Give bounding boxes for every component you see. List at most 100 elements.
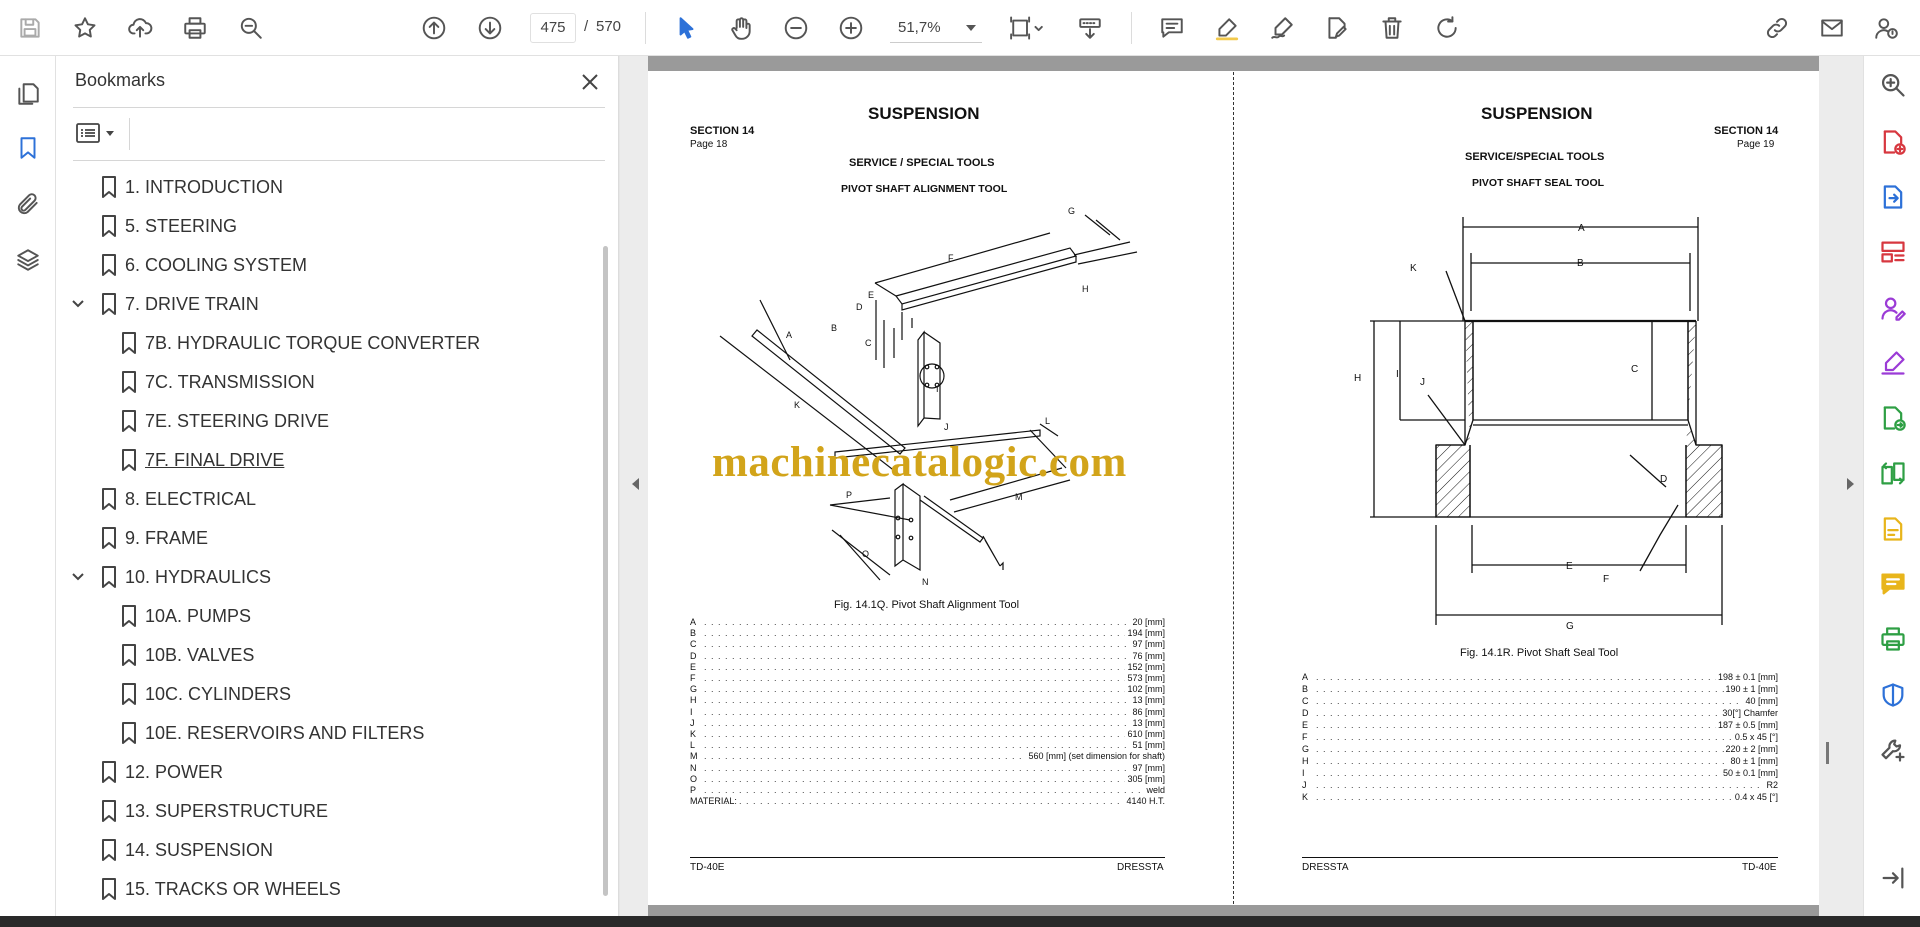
document-scrollbar[interactable] bbox=[1826, 742, 1829, 764]
zoom-out-icon[interactable] bbox=[778, 10, 814, 46]
page-number-input[interactable]: 475 bbox=[530, 13, 576, 43]
zoom-in-icon[interactable] bbox=[833, 10, 869, 46]
right-page-title: SUSPENSION bbox=[1481, 104, 1593, 123]
attachments-paperclip-icon[interactable] bbox=[10, 186, 46, 222]
right-tool-name: PIVOT SHAFT SEAL TOOL bbox=[1472, 177, 1605, 189]
bookmark-item[interactable]: 10A. PUMPS bbox=[56, 597, 601, 636]
bookmark-item[interactable]: 10. HYDRAULICS bbox=[56, 558, 601, 597]
footer-rule bbox=[1302, 857, 1778, 858]
bookmark-label: 13. SUPERSTRUCTURE bbox=[125, 801, 329, 821]
diagram-label-o: O bbox=[862, 549, 869, 559]
next-page-icon[interactable] bbox=[472, 10, 508, 46]
bookmark-item[interactable]: 10B. VALVES bbox=[56, 636, 601, 675]
delete-trash-icon[interactable] bbox=[1374, 10, 1410, 46]
left-page-subtitle: SERVICE / SPECIAL TOOLS bbox=[849, 157, 995, 169]
highlight-pen-icon[interactable] bbox=[1209, 10, 1245, 46]
print-production-icon[interactable] bbox=[1876, 622, 1910, 656]
email-icon[interactable] bbox=[1814, 10, 1850, 46]
spec-row: H . . . . . . . . . . . . . . . . . . . .… bbox=[690, 695, 1165, 706]
bookmark-item[interactable]: 6. COOLING SYSTEM bbox=[56, 246, 601, 285]
previous-page-icon[interactable] bbox=[416, 10, 452, 46]
collapse-right-panel-icon[interactable] bbox=[1847, 478, 1854, 490]
more-tools-icon[interactable] bbox=[1876, 733, 1910, 767]
scan-ocr-icon[interactable] bbox=[1876, 512, 1910, 546]
scrollbar-thumb[interactable] bbox=[603, 246, 608, 896]
chevron-down-icon[interactable] bbox=[70, 569, 86, 585]
close-icon[interactable] bbox=[576, 68, 604, 96]
spec-row: K . . . . . . . . . . . . . . . . . . . .… bbox=[1302, 792, 1778, 802]
bookmark-item[interactable]: 7E. STEERING DRIVE bbox=[56, 402, 601, 441]
bookmark-item[interactable]: 10C. CYLINDERS bbox=[56, 675, 601, 714]
export-pdf-icon[interactable] bbox=[1876, 180, 1910, 214]
bookmark-icon bbox=[100, 253, 118, 277]
spec-row: L . . . . . . . . . . . . . . . . . . . .… bbox=[690, 740, 1165, 751]
bookmark-item[interactable]: 10E. RESERVOIRS AND FILTERS bbox=[56, 714, 601, 753]
fill-and-sign-icon[interactable] bbox=[1876, 346, 1910, 380]
share-link-icon[interactable] bbox=[1759, 10, 1795, 46]
bookmark-item[interactable]: 14. SUSPENSION bbox=[56, 831, 601, 870]
redo-rotate-icon[interactable] bbox=[1429, 10, 1465, 46]
spec-row: E . . . . . . . . . . . . . . . . . . . .… bbox=[1302, 720, 1778, 730]
bookmark-list: 1. INTRODUCTION 5. STEERING 6. COOLING SYS… bbox=[56, 168, 601, 913]
bookmark-item[interactable]: 15. TRACKS OR WHEELS bbox=[56, 870, 601, 909]
save-icon[interactable] bbox=[12, 10, 48, 46]
bookmark-options-button[interactable] bbox=[76, 117, 122, 149]
scrolling-mode-icon[interactable] bbox=[1072, 10, 1108, 46]
spec-value: 102 [mm] bbox=[1125, 684, 1165, 695]
protect-shield-icon[interactable] bbox=[1876, 678, 1910, 712]
layers-icon[interactable] bbox=[10, 242, 46, 278]
spec-value: weld bbox=[1144, 785, 1165, 795]
account-help-icon[interactable] bbox=[1868, 10, 1904, 46]
bookmark-item[interactable]: 7C. TRANSMISSION bbox=[56, 363, 601, 402]
bookmark-item[interactable]: 8. ELECTRICAL bbox=[56, 480, 601, 519]
compare-files-icon[interactable] bbox=[1876, 457, 1910, 491]
star-icon[interactable] bbox=[67, 10, 103, 46]
spec-row: A . . . . . . . . . . . . . . . . . . . .… bbox=[1302, 672, 1778, 682]
send-for-review-icon[interactable] bbox=[1876, 401, 1910, 435]
upload-cloud-icon[interactable] bbox=[122, 10, 158, 46]
spec-leader-dots: . . . . . . . . . . . . . . . . . . . . … bbox=[704, 717, 1165, 728]
spec-row: MATERIAL:. . . . . . . . . . . . . . . .… bbox=[690, 796, 1165, 807]
page-thumbnails-icon[interactable] bbox=[10, 76, 46, 112]
left-footer-brand: DRESSTA bbox=[1117, 862, 1164, 873]
bookmarks-icon[interactable] bbox=[10, 130, 46, 166]
bookmark-icon bbox=[100, 214, 118, 238]
search-zoom-icon[interactable] bbox=[1876, 68, 1910, 102]
find-zoom-icon[interactable] bbox=[233, 10, 269, 46]
spec-row: G . . . . . . . . . . . . . . . . . . . .… bbox=[1302, 744, 1778, 754]
print-icon[interactable] bbox=[177, 10, 213, 46]
request-signature-icon[interactable] bbox=[1876, 291, 1910, 325]
zoom-level-select[interactable]: 51,7% bbox=[890, 13, 982, 43]
list-options-icon bbox=[76, 123, 100, 143]
edit-pdf-icon[interactable] bbox=[1319, 10, 1355, 46]
draw-freehand-icon[interactable] bbox=[1264, 10, 1300, 46]
chevron-down-icon[interactable] bbox=[70, 296, 86, 312]
bookmark-item[interactable]: 7F. FINAL DRIVE bbox=[56, 441, 601, 480]
fit-page-icon[interactable] bbox=[1002, 10, 1052, 46]
panel-divider bbox=[129, 118, 130, 150]
select-cursor-icon[interactable] bbox=[668, 10, 704, 46]
hand-tool-icon[interactable] bbox=[723, 10, 759, 46]
diagram-label-l: L bbox=[1045, 416, 1050, 426]
comment-tool-icon[interactable] bbox=[1876, 567, 1910, 601]
bookmark-item[interactable]: 5. STEERING bbox=[56, 207, 601, 246]
bookmark-item[interactable]: 7. DRIVE TRAIN bbox=[56, 285, 601, 324]
bookmark-item[interactable]: 9. FRAME bbox=[56, 519, 601, 558]
bookmark-item[interactable]: 13. SUPERSTRUCTURE bbox=[56, 792, 601, 831]
spec-key: L bbox=[690, 740, 696, 751]
spec-value: 76 [mm] bbox=[1130, 650, 1165, 661]
create-pdf-icon[interactable] bbox=[1876, 125, 1910, 159]
collapse-left-panel-icon[interactable] bbox=[632, 478, 639, 490]
collapse-tools-pane-icon[interactable] bbox=[1876, 861, 1910, 895]
comment-icon[interactable] bbox=[1154, 10, 1190, 46]
bookmark-item[interactable]: 1. INTRODUCTION bbox=[56, 168, 601, 207]
bookmark-scrollbar[interactable] bbox=[603, 191, 609, 901]
spec-key: MATERIAL: bbox=[690, 796, 737, 807]
spec-key: A bbox=[1302, 672, 1309, 682]
spec-value: 20 [mm] bbox=[1130, 617, 1165, 627]
bookmark-item[interactable]: 12. POWER bbox=[56, 753, 601, 792]
bookmark-item[interactable]: 7B. HYDRAULIC TORQUE CONVERTER bbox=[56, 324, 601, 363]
diagram-label-h: H bbox=[1082, 284, 1089, 294]
bookmark-icon bbox=[120, 409, 138, 433]
organize-pages-icon[interactable] bbox=[1876, 235, 1910, 269]
